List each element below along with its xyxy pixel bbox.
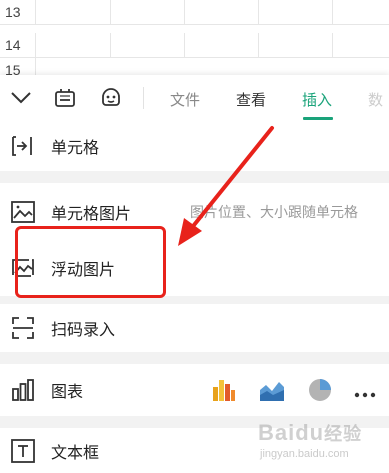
watermark-suffix: 经验	[324, 424, 363, 444]
annotation-arrow	[178, 126, 274, 246]
watermark-url: jingyan.baidu.com	[260, 448, 349, 460]
watermark-brand: Baidu	[258, 420, 325, 445]
baidu-watermark: Baidu经验 jingyan.baidu.com	[258, 420, 363, 460]
